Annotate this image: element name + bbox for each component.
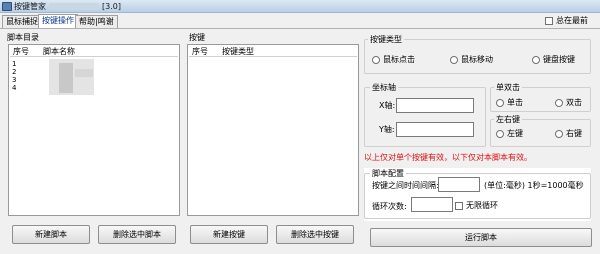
x-axis-label: X轴: — [379, 101, 396, 110]
y-axis-label: Y轴: — [379, 125, 395, 134]
coords-title: 坐标轴 — [370, 83, 398, 92]
delete-script-button[interactable]: 删除选中脚本 — [98, 225, 176, 244]
interval-label: 按键之间时间间隔: — [372, 181, 439, 190]
redacted-names-dark — [59, 63, 73, 93]
radio-keyboard-label: 键盘按键 — [543, 55, 575, 64]
tab-help[interactable]: 帮助|鸣谢 — [75, 15, 118, 28]
tab-divider — [0, 28, 600, 29]
y-axis-input[interactable] — [396, 122, 474, 137]
radio-keyboard[interactable]: 键盘按键 — [532, 55, 575, 64]
script-row[interactable]: 2 — [12, 68, 16, 76]
infinite-loop-box[interactable] — [455, 201, 463, 210]
loop-count-input[interactable] — [411, 197, 453, 212]
mouse-button-title: 左右键 — [494, 115, 522, 124]
coords-group — [364, 87, 486, 147]
radio-mouse-move[interactable]: 鼠标移动 — [450, 55, 493, 64]
radio-icon[interactable] — [450, 55, 458, 64]
radio-double-click-label: 双击 — [566, 98, 582, 107]
radio-double-click[interactable]: 双击 — [555, 98, 582, 107]
x-axis-input[interactable] — [396, 98, 474, 113]
new-script-button[interactable]: 新建脚本 — [12, 225, 90, 244]
title-bar: 按键管家 [3.0] — [0, 0, 600, 13]
infinite-loop-checkbox[interactable]: 无限循环 — [455, 201, 498, 210]
radio-mouse-click[interactable]: 鼠标点击 — [372, 55, 415, 64]
app-icon — [2, 2, 12, 11]
key-panel-label: 按键 — [189, 33, 205, 42]
new-key-button[interactable]: 新建按键 — [190, 225, 268, 244]
key-list-header: 序号 按键类型 — [189, 46, 357, 57]
loop-count-label: 循环次数: — [372, 202, 407, 211]
redacted-names-mid — [75, 69, 93, 77]
script-panel-label: 脚本目录 — [7, 33, 39, 42]
radio-single-click[interactable]: 单击 — [496, 98, 523, 107]
radio-icon[interactable] — [372, 55, 380, 64]
radio-right-button[interactable]: 右键 — [555, 129, 582, 138]
script-col-index[interactable]: 序号 — [13, 47, 29, 56]
delete-key-button[interactable]: 删除选中按键 — [276, 225, 354, 244]
run-script-button[interactable]: 运行脚本 — [370, 228, 592, 247]
key-type-title: 按键类型 — [368, 35, 404, 44]
window-title: 按键管家 [3.0] — [14, 1, 121, 12]
tab-mouse-capture[interactable]: 鼠标捕捉 — [2, 15, 42, 28]
radio-icon[interactable] — [555, 98, 563, 107]
scope-note: 以上仅对单个按键有效，以下仅对本脚本有效。 — [364, 153, 532, 162]
key-col-index[interactable]: 序号 — [192, 47, 208, 56]
title-redacted — [49, 3, 99, 10]
click-mode-title: 单双击 — [494, 83, 522, 92]
always-on-top-checkbox[interactable]: 总在最前 — [545, 16, 588, 26]
script-row[interactable]: 1 — [12, 60, 16, 68]
script-list[interactable]: 序号 脚本名称 1 2 3 4 — [8, 44, 180, 216]
radio-icon[interactable] — [496, 98, 504, 107]
window-version: [3.0] — [102, 2, 121, 11]
radio-left-button[interactable]: 左键 — [496, 129, 523, 138]
radio-mouse-move-label: 鼠标移动 — [461, 55, 493, 64]
radio-icon[interactable] — [532, 55, 540, 64]
interval-unit-label: (单位:毫秒) 1秒=1000毫秒 — [484, 181, 584, 190]
infinite-loop-label: 无限循环 — [466, 201, 498, 210]
always-on-top-box[interactable] — [545, 17, 553, 25]
script-row[interactable]: 3 — [12, 76, 16, 84]
interval-input[interactable] — [438, 177, 480, 192]
script-col-name[interactable]: 脚本名称 — [43, 47, 75, 56]
radio-right-button-label: 右键 — [566, 129, 582, 138]
key-col-type[interactable]: 按键类型 — [222, 47, 254, 56]
radio-single-click-label: 单击 — [507, 98, 523, 107]
radio-icon[interactable] — [496, 129, 504, 138]
script-row[interactable]: 4 — [12, 84, 16, 92]
radio-icon[interactable] — [555, 129, 563, 138]
tab-key-operation[interactable]: 按键操作 — [38, 14, 78, 28]
script-config-title: 脚本配置 — [370, 169, 406, 178]
window-title-text: 按键管家 — [14, 2, 46, 11]
radio-left-button-label: 左键 — [507, 129, 523, 138]
always-on-top-label: 总在最前 — [556, 16, 588, 25]
script-list-header: 序号 脚本名称 — [10, 46, 178, 57]
radio-mouse-click-label: 鼠标点击 — [383, 55, 415, 64]
key-list[interactable]: 序号 按键类型 — [187, 44, 359, 216]
